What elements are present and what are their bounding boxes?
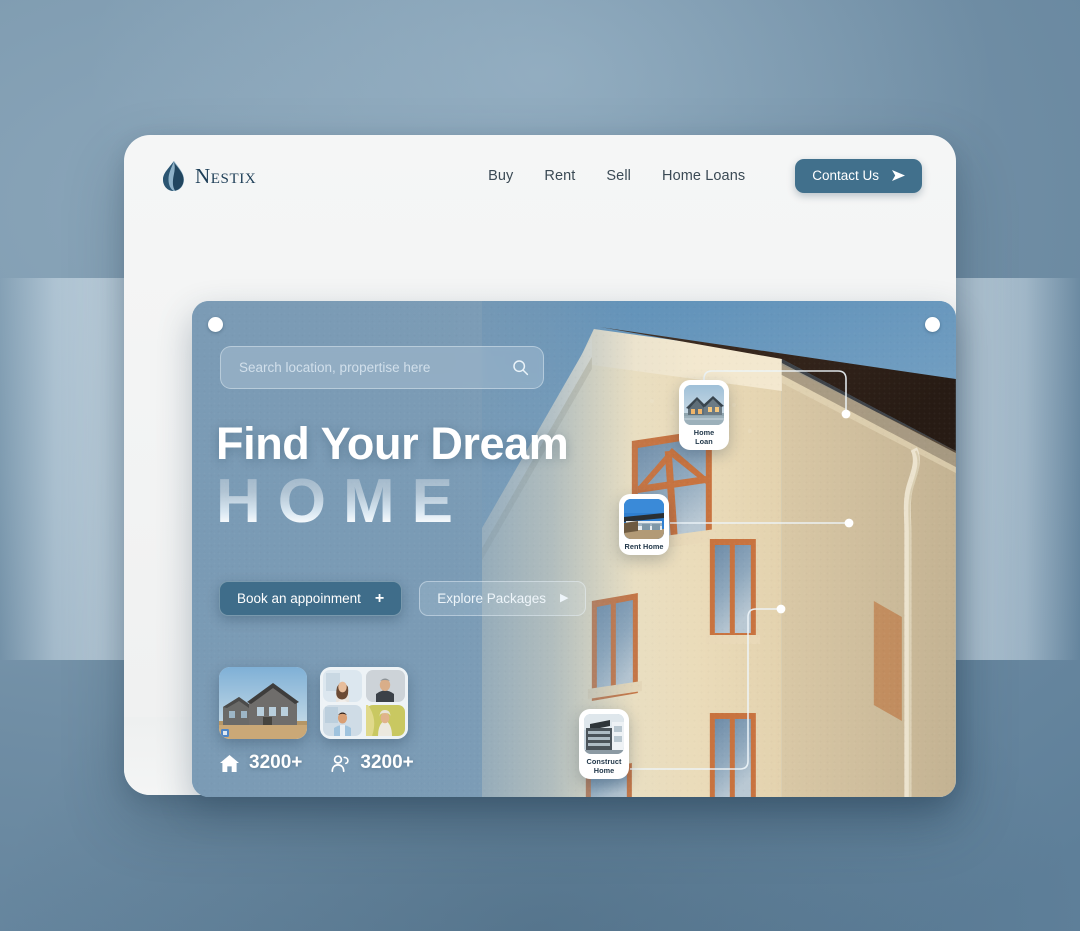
book-appointment-label: Book an appoinment — [237, 591, 361, 606]
stat-properties-value: 3200+ — [249, 752, 303, 773]
plus-icon: + — [374, 589, 385, 607]
avatar-1 — [323, 670, 362, 702]
hero-corner-dot-left — [208, 317, 223, 332]
site-header: Nestix Buy Rent Sell Home Loans Contact … — [124, 135, 956, 217]
house-icon — [220, 754, 239, 772]
hero-stats: 3200+ 3200+ — [219, 667, 414, 774]
search-bar[interactable] — [220, 346, 544, 389]
nav-link-buy[interactable]: Buy — [488, 168, 513, 184]
feature-card-rent-home-label: Rent Home — [624, 542, 664, 551]
water-drop-leaf-icon — [163, 161, 184, 191]
stat-properties: 3200+ — [219, 752, 302, 774]
book-appointment-button[interactable]: Book an appoinment + — [219, 581, 403, 616]
hero-corner-dot-right — [925, 317, 940, 332]
nav-link-rent[interactable]: Rent — [544, 168, 575, 184]
play-arrow-icon: ▶ — [560, 592, 569, 604]
feature-card-rent-home-image — [624, 499, 664, 539]
feature-card-construct-home-image — [584, 714, 624, 754]
headline-line-1: Find Your Dream — [216, 418, 569, 469]
hero-panel-wrapper: Find Your Dream HOME Book an appoinment … — [158, 218, 956, 797]
brand-logo[interactable]: Nestix — [160, 160, 256, 192]
contact-us-label: Contact Us — [812, 168, 879, 183]
feature-card-rent-home[interactable]: Rent Home — [619, 494, 669, 556]
avatar-4 — [366, 705, 405, 736]
desktop-backdrop: Nestix Buy Rent Sell Home Loans Contact … — [0, 0, 1080, 931]
nav-link-sell[interactable]: Sell — [606, 168, 631, 184]
main-nav: Buy Rent Sell Home Loans Contact Us — [488, 159, 922, 193]
hero-cta-row: Book an appoinment + Explore Packages ▶ — [219, 581, 587, 616]
nav-link-home-loans[interactable]: Home Loans — [662, 168, 745, 184]
stat-customers-value: 3200+ — [360, 752, 414, 773]
feature-card-construct-home-label: Construct Home — [586, 757, 622, 776]
feature-card-home-loan-label: Home Loan — [693, 428, 715, 447]
brand-name: Nestix — [195, 163, 257, 188]
headline-line-2: HOME — [216, 470, 568, 533]
feature-card-home-loan[interactable]: Home Loan — [679, 380, 729, 451]
stat-thumbnails — [219, 667, 414, 739]
users-icon — [331, 754, 350, 772]
stat-values-row: 3200+ 3200+ — [219, 752, 414, 774]
feature-card-construct-home[interactable]: Construct Home — [579, 709, 629, 780]
avatar-2 — [366, 670, 405, 702]
stat-thumbnail-house[interactable] — [219, 667, 307, 739]
stat-thumbnail-people[interactable] — [320, 667, 408, 739]
explore-packages-label: Explore Packages — [437, 591, 546, 606]
search-input[interactable] — [239, 360, 512, 375]
feature-card-home-loan-image — [684, 385, 724, 425]
search-icon[interactable] — [512, 359, 529, 376]
send-arrow-icon — [892, 170, 905, 181]
avatar-3 — [323, 705, 362, 736]
stat-customers: 3200+ — [330, 752, 414, 774]
hero-panel: Find Your Dream HOME Book an appoinment … — [192, 301, 956, 797]
contact-us-button[interactable]: Contact Us — [795, 159, 922, 193]
explore-packages-button[interactable]: Explore Packages ▶ — [419, 581, 587, 616]
hero-headline: Find Your Dream HOME — [216, 418, 569, 533]
